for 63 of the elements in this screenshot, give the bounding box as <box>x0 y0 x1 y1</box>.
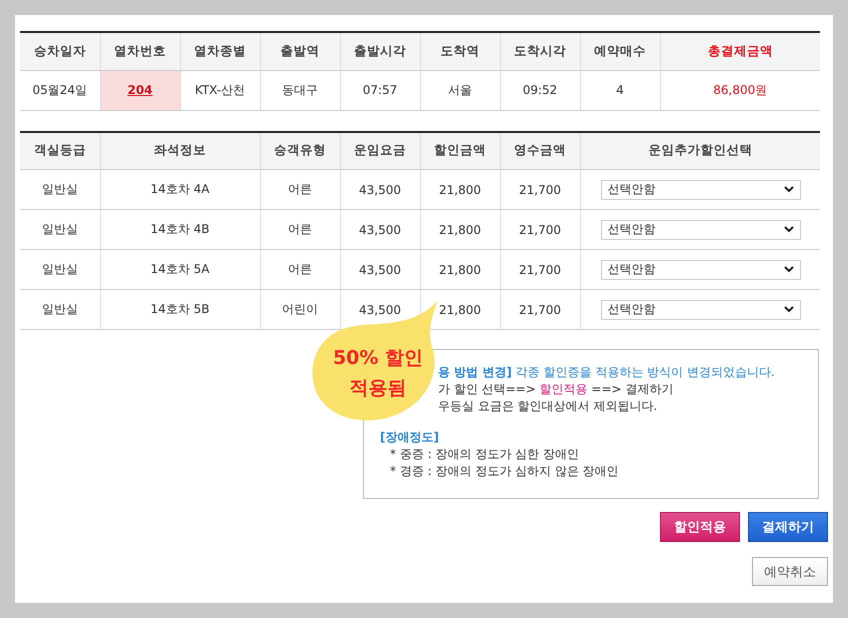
column-header: 객실등급 <box>20 132 100 170</box>
table-cell: 21,800 <box>420 250 500 290</box>
column-header: 승객유형 <box>260 132 340 170</box>
table-cell: 43,500 <box>340 170 420 210</box>
table-cell: KTX-산천 <box>180 70 260 110</box>
table-cell: 어린이 <box>260 290 340 330</box>
discount-select[interactable]: 선택안함 <box>600 220 800 240</box>
column-header: 도착시각 <box>500 32 580 70</box>
table-cell: 일반실 <box>20 170 100 210</box>
table-cell: 21,700 <box>500 250 580 290</box>
column-header: 출발역 <box>260 32 340 70</box>
table-cell: 86,800원 <box>660 70 820 110</box>
discount-select[interactable]: 선택안함 <box>600 300 800 320</box>
table-cell: 14호차 4A <box>100 170 260 210</box>
notice-text: * 중증 : 장애의 정도가 심한 장애인 <box>389 446 580 463</box>
table-cell: 일반실 <box>20 210 100 250</box>
chevron-down-icon <box>784 186 794 193</box>
table-cell: 어른 <box>260 210 340 250</box>
table-cell: 09:52 <box>500 70 580 110</box>
table-cell: 서울 <box>420 70 500 110</box>
chevron-down-icon <box>784 306 794 313</box>
table-cell: 21,700 <box>500 290 580 330</box>
table-cell: 21,800 <box>420 210 500 250</box>
column-header: 예약매수 <box>580 32 660 70</box>
table-cell: 14호차 5A <box>100 250 260 290</box>
table-cell: 43,500 <box>340 250 420 290</box>
column-header: 출발시각 <box>340 32 420 70</box>
chevron-down-icon <box>784 226 794 233</box>
column-header: 총결제금액 <box>660 32 820 70</box>
notice-text: * 경증 : 장애의 정도가 심하지 않은 장애인 <box>389 463 620 480</box>
chevron-down-icon <box>784 266 794 273</box>
column-header: 운임추가할인선택 <box>580 132 820 170</box>
column-header: 좌석정보 <box>100 132 260 170</box>
table-cell: 어른 <box>260 170 340 210</box>
callout-text: 50% 할인 적용됨 <box>332 346 424 401</box>
discount-select[interactable]: 선택안함 <box>600 180 800 200</box>
table-cell: 43,500 <box>340 210 420 250</box>
cancel-button[interactable]: 예약취소 <box>752 557 828 586</box>
table-cell: 4 <box>580 70 660 110</box>
notice-heading: [장애정도] <box>380 429 440 446</box>
action-button[interactable]: 할인적용 <box>660 512 740 542</box>
table-cell: 어른 <box>260 250 340 290</box>
table-cell: 21,800 <box>420 170 500 210</box>
column-header: 승차일자 <box>20 32 100 70</box>
column-header: 할인금액 <box>420 132 500 170</box>
column-header: 열차번호 <box>100 32 180 70</box>
notice-text: 용 방법 변경] 각종 할인증을 적용하는 방식이 변경되었습니다. <box>437 364 776 381</box>
column-header: 열차종별 <box>180 32 260 70</box>
notice-text: 우등실 요금은 할인대상에서 제외됩니다. <box>437 398 658 415</box>
table-cell: 07:57 <box>340 70 420 110</box>
column-header: 영수금액 <box>500 132 580 170</box>
table-cell: 14호차 4B <box>100 210 260 250</box>
action-button[interactable]: 결제하기 <box>748 512 828 542</box>
table-cell: 일반실 <box>20 250 100 290</box>
column-header: 도착역 <box>420 32 500 70</box>
column-header: 운임요금 <box>340 132 420 170</box>
train-number-link[interactable]: 204 <box>127 83 153 97</box>
table-cell: 동대구 <box>260 70 340 110</box>
table-cell: 14호차 5B <box>100 290 260 330</box>
table-cell: 21,700 <box>500 170 580 210</box>
table-cell: 21,700 <box>500 210 580 250</box>
discount-select[interactable]: 선택안함 <box>600 260 800 280</box>
table-cell: 일반실 <box>20 290 100 330</box>
